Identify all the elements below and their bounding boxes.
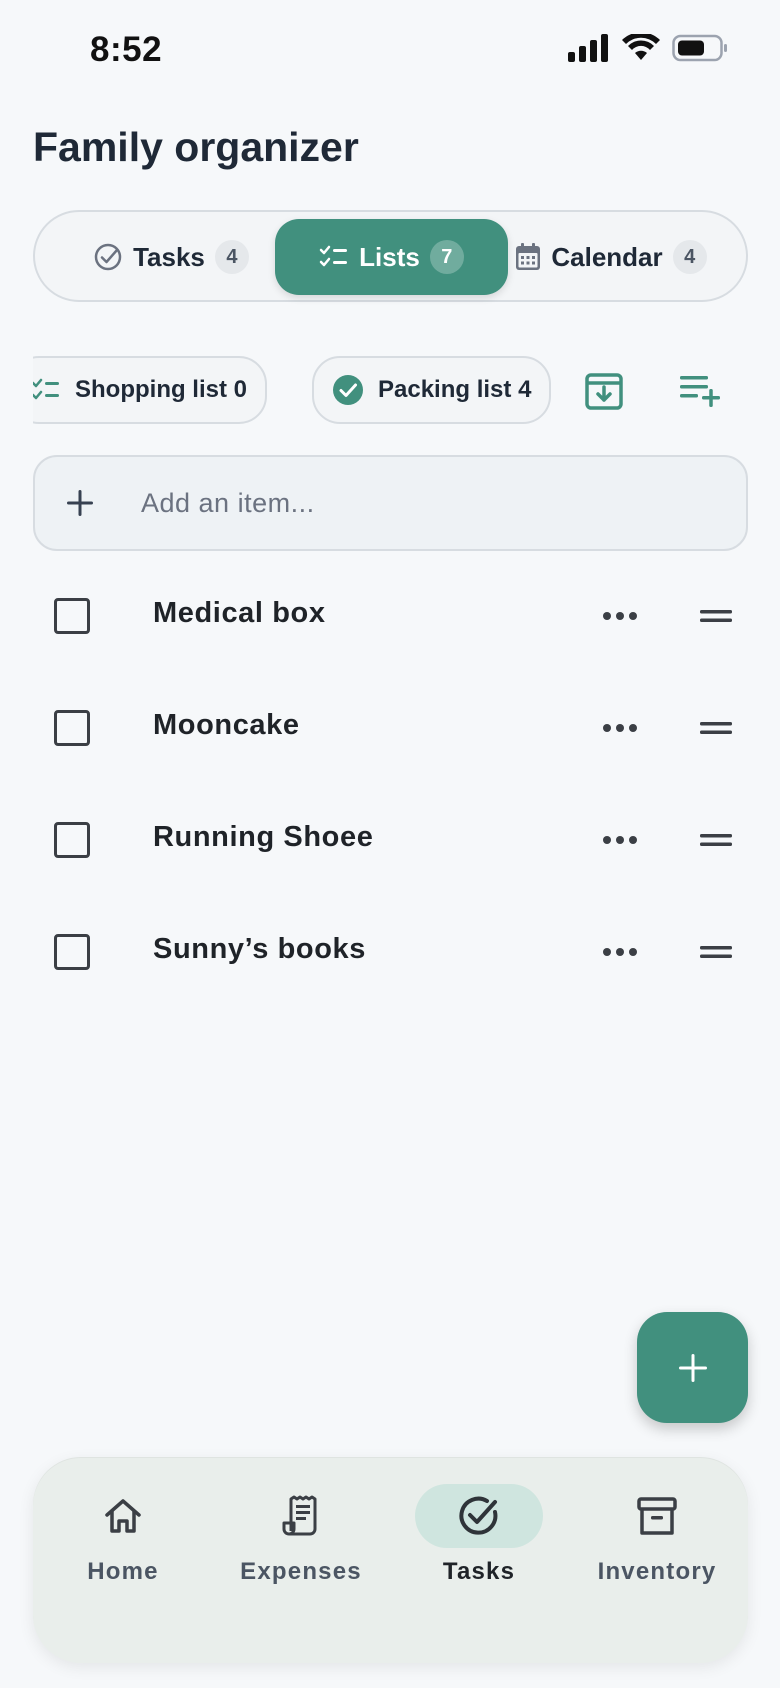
- item-more-button[interactable]: [596, 708, 644, 748]
- check-circle-icon: [94, 243, 122, 271]
- receipt-icon: [282, 1495, 317, 1536]
- status-time: 8:52: [90, 30, 163, 69]
- nav-tasks-pill: [415, 1484, 543, 1548]
- check-circle-icon: [459, 1496, 498, 1535]
- item-checkbox[interactable]: [54, 822, 90, 858]
- tab-tasks[interactable]: Tasks 4: [71, 219, 271, 295]
- item-more-button[interactable]: [596, 596, 644, 636]
- nav-expenses-pill: [237, 1484, 365, 1548]
- more-horizontal-icon: [603, 612, 637, 620]
- calendar-icon: [516, 243, 541, 270]
- wifi-icon: [622, 34, 660, 60]
- item-drag-handle[interactable]: [696, 596, 736, 636]
- nav-tasks-label: Tasks: [442, 1558, 516, 1585]
- list-chips-scroller[interactable]: Shopping list 0 Packing list 4: [33, 355, 558, 425]
- list-item: Running Shoee: [0, 784, 780, 896]
- checklist-icon: [33, 378, 59, 400]
- plus-icon: [678, 1353, 707, 1382]
- item-more-button[interactable]: [596, 820, 644, 860]
- home-icon: [105, 1499, 141, 1533]
- item-checkbox[interactable]: [54, 934, 90, 970]
- status-icons: [568, 34, 728, 62]
- chip-shopping-label: Shopping list: [75, 376, 227, 403]
- list-item: Medical box: [0, 560, 780, 672]
- nav-expenses-label: Expenses: [240, 1558, 362, 1585]
- tab-lists[interactable]: Lists 7: [275, 219, 508, 295]
- chip-packing-label: Packing list: [378, 376, 512, 403]
- tab-tasks-label: Tasks: [133, 241, 205, 272]
- nav-inventory-pill: [593, 1484, 721, 1548]
- drag-handle-icon: [700, 610, 732, 622]
- item-label: Mooncake: [153, 709, 300, 741]
- more-horizontal-icon: [603, 724, 637, 732]
- nav-inventory-label: Inventory: [597, 1558, 717, 1585]
- nav-tasks[interactable]: Tasks: [394, 1484, 564, 1594]
- section-tabs: Tasks 4 Lists 7 Calendar 4: [33, 210, 748, 302]
- status-bar: 8:52: [0, 0, 780, 100]
- list-items: Medical box Mooncake Running Shoee Sunny…: [0, 560, 780, 1008]
- chip-shopping-count: 0: [233, 376, 248, 403]
- drag-handle-icon: [700, 834, 732, 846]
- tab-lists-count: 7: [429, 240, 464, 274]
- chip-shopping-list[interactable]: Shopping list 0: [33, 356, 268, 424]
- add-fab-button[interactable]: [637, 1312, 748, 1423]
- add-item-field[interactable]: [33, 455, 748, 551]
- archive-download-icon: [585, 373, 623, 410]
- list-item: Sunny’s books: [0, 896, 780, 1008]
- nav-home-pill: [59, 1484, 187, 1548]
- item-label: Medical box: [153, 597, 326, 629]
- add-item-input[interactable]: [141, 487, 701, 519]
- more-horizontal-icon: [603, 948, 637, 956]
- add-list-button[interactable]: [674, 365, 726, 417]
- checklist-icon: [319, 245, 348, 267]
- item-drag-handle[interactable]: [696, 708, 736, 748]
- battery-icon: [672, 34, 727, 62]
- item-drag-handle[interactable]: [696, 820, 736, 860]
- tab-tasks-count: 4: [214, 240, 249, 274]
- plus-icon: [67, 490, 93, 516]
- item-checkbox[interactable]: [54, 710, 90, 746]
- nav-home-label: Home: [87, 1558, 159, 1585]
- archive-box-icon: [637, 1497, 677, 1535]
- nav-inventory[interactable]: Inventory: [572, 1484, 742, 1594]
- chip-packing-list[interactable]: Packing list 4: [312, 356, 552, 424]
- more-horizontal-icon: [603, 836, 637, 844]
- playlist-add-icon: [680, 376, 720, 407]
- drag-handle-icon: [700, 946, 732, 958]
- item-drag-handle[interactable]: [696, 932, 736, 972]
- nav-home[interactable]: Home: [38, 1484, 208, 1594]
- nav-expenses[interactable]: Expenses: [216, 1484, 386, 1594]
- archive-list-button[interactable]: [578, 365, 630, 417]
- add-item-plus-icon[interactable]: [35, 487, 125, 519]
- signal-icon: [568, 34, 608, 62]
- item-label: Sunny’s books: [153, 933, 366, 965]
- page-title: Family organizer: [33, 124, 359, 170]
- list-chips-row: Shopping list 0 Packing list 4: [0, 355, 780, 425]
- tab-calendar[interactable]: Calendar 4: [511, 219, 711, 295]
- tab-lists-label: Lists: [359, 241, 420, 272]
- check-circle-filled-icon: [333, 375, 363, 405]
- drag-handle-icon: [700, 722, 732, 734]
- item-more-button[interactable]: [596, 932, 644, 972]
- list-item: Mooncake: [0, 672, 780, 784]
- tab-calendar-label: Calendar: [551, 241, 663, 272]
- chip-packing-count: 4: [518, 376, 532, 403]
- tab-calendar-count: 4: [672, 240, 707, 274]
- item-label: Running Shoee: [153, 821, 374, 853]
- item-checkbox[interactable]: [54, 598, 90, 634]
- bottom-nav: Home Expenses Tasks Inventory: [33, 1458, 748, 1663]
